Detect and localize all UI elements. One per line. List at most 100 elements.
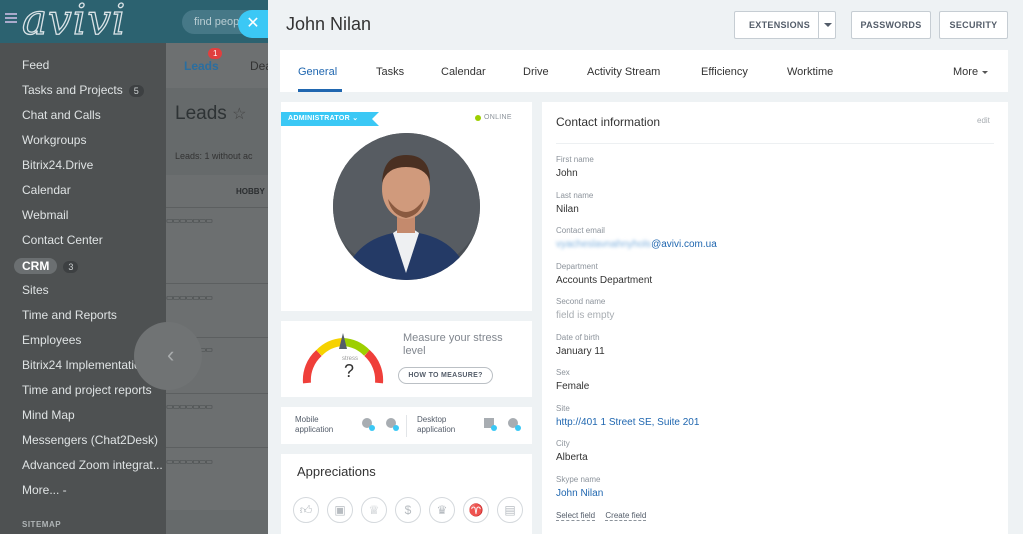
field-label: Department bbox=[556, 262, 598, 271]
field-label: Last name bbox=[556, 191, 594, 200]
field-date-of-birth: January 11 bbox=[556, 346, 605, 357]
menu-item-label: Contact Center bbox=[22, 233, 103, 247]
create-field-link[interactable]: Create field bbox=[605, 511, 647, 521]
menu-item-tasks[interactable]: Tasks and Projects 5 bbox=[22, 83, 144, 97]
menu-item-zoom[interactable]: Advanced Zoom integrat... bbox=[22, 458, 163, 472]
online-dot-icon bbox=[475, 115, 481, 121]
menu-item-label: Messengers (Chat2Desk) bbox=[22, 433, 159, 447]
menu-item-label: CRM bbox=[14, 258, 58, 274]
menu-item-drive[interactable]: Bitrix24.Drive bbox=[22, 158, 93, 172]
scroll-left-button[interactable]: ‹ bbox=[134, 322, 202, 390]
extensions-label: EXTENSIONS bbox=[749, 20, 811, 30]
sitemap-link[interactable]: SITEMAP bbox=[22, 520, 61, 529]
menu-item-mind-map[interactable]: Mind Map bbox=[22, 408, 75, 422]
tab-calendar[interactable]: Calendar bbox=[441, 66, 486, 78]
left-menu: Feed Tasks and Projects 5 Chat and Calls … bbox=[0, 43, 166, 534]
menu-item-contact-center[interactable]: Contact Center bbox=[22, 233, 103, 247]
stress-title: Measure your stress level bbox=[403, 332, 503, 357]
page-title-text: Leads bbox=[175, 103, 227, 124]
menu-item-label: Tasks and Projects bbox=[22, 83, 123, 97]
menu-item-employees[interactable]: Employees bbox=[22, 333, 81, 347]
extensions-button[interactable]: EXTENSIONS bbox=[734, 11, 836, 39]
active-tab-indicator bbox=[298, 89, 342, 92]
chevron-down-icon[interactable] bbox=[818, 12, 836, 38]
tab-drive[interactable]: Drive bbox=[523, 66, 549, 78]
logo[interactable]: avivi bbox=[21, 0, 126, 41]
field-label: Second name bbox=[556, 297, 606, 306]
menu-item-more[interactable]: More... - bbox=[22, 483, 67, 497]
field-last-name: Nilan bbox=[556, 204, 579, 215]
trophy-icon[interactable]: ♕ bbox=[361, 497, 387, 523]
menu-item-messengers[interactable]: Messengers (Chat2Desk) bbox=[22, 433, 158, 447]
menu-item-workgroups[interactable]: Workgroups bbox=[22, 133, 86, 147]
stress-value: ? bbox=[344, 361, 355, 381]
cake-icon[interactable]: ▤ bbox=[497, 497, 523, 523]
tab-worktime[interactable]: Worktime bbox=[787, 66, 833, 78]
apple-desktop-icon[interactable] bbox=[507, 417, 521, 431]
field-department: Accounts Department bbox=[556, 275, 653, 286]
field-sex: Female bbox=[556, 381, 590, 392]
role-badge[interactable]: ADMINISTRATOR ⌄ bbox=[281, 112, 380, 126]
menu-item-label: Workgroups bbox=[22, 133, 87, 147]
tab-efficiency[interactable]: Efficiency bbox=[701, 66, 748, 78]
field-skype-name[interactable]: John Nilan bbox=[556, 488, 603, 499]
divider bbox=[406, 415, 407, 437]
contact-information-card: Contact information edit First name John… bbox=[542, 102, 1008, 534]
edit-link[interactable]: edit bbox=[977, 116, 990, 125]
menu-item-label: Calendar bbox=[22, 183, 71, 197]
how-to-measure-button[interactable]: HOW TO MEASURE? bbox=[398, 367, 493, 384]
windows-icon[interactable] bbox=[483, 417, 497, 431]
field-contact-email[interactable]: vyacheslavnahnyhols@avivi.com.ua bbox=[556, 239, 717, 250]
desktop-app-label: Desktop application bbox=[417, 415, 456, 434]
menu-item-chat[interactable]: Chat and Calls bbox=[22, 108, 101, 122]
menu-item-crm[interactable]: CRM 3 bbox=[14, 258, 79, 274]
tab-activity-stream[interactable]: Activity Stream bbox=[587, 66, 660, 78]
chevron-left-icon: ‹ bbox=[167, 342, 175, 367]
menu-item-label: Feed bbox=[22, 58, 50, 72]
contact-title: Contact information bbox=[556, 115, 661, 129]
tab-leads[interactable]: Leads bbox=[184, 59, 219, 73]
menu-item-label: Chat and Calls bbox=[22, 108, 101, 122]
gift-icon[interactable]: ▣ bbox=[327, 497, 353, 523]
field-label: Site bbox=[556, 404, 570, 413]
email-local-part: vyacheslavnahnyhols bbox=[556, 239, 652, 250]
cocktail-icon[interactable]: ♈ bbox=[463, 497, 489, 523]
grid-cell: ▭▭▭▭▭▭▭ bbox=[166, 402, 213, 411]
menu-item-calendar[interactable]: Calendar bbox=[22, 183, 71, 197]
status-label: ONLINE bbox=[484, 114, 512, 121]
menu-item-webmail[interactable]: Webmail bbox=[22, 208, 68, 222]
menu-item-project-reports[interactable]: Time and project reports bbox=[22, 383, 152, 397]
tab-general[interactable]: General bbox=[298, 66, 337, 78]
field-label: Contact email bbox=[556, 226, 605, 235]
menu-item-time-reports[interactable]: Time and Reports bbox=[22, 308, 117, 322]
appreciations-title: Appreciations bbox=[297, 464, 376, 479]
star-icon[interactable]: ☆ bbox=[232, 106, 246, 123]
close-icon: ✕ bbox=[246, 15, 260, 32]
menu-item-label: Advanced Zoom integrat... bbox=[22, 458, 163, 472]
menu-item-sites[interactable]: Sites bbox=[22, 283, 49, 297]
profile-name: John Nilan bbox=[286, 14, 372, 34]
appreciations-card: Appreciations 👍︎ ▣ ♕ $ ♛ ♈ ▤ bbox=[281, 454, 532, 534]
menu-item-label: Employees bbox=[22, 333, 82, 347]
android-icon[interactable] bbox=[361, 417, 375, 431]
avatar[interactable] bbox=[333, 133, 480, 280]
menu-icon[interactable] bbox=[5, 13, 17, 23]
menu-item-feed[interactable]: Feed bbox=[22, 58, 49, 72]
money-bag-icon[interactable]: $ bbox=[395, 497, 421, 523]
apple-mobile-icon[interactable] bbox=[385, 417, 399, 431]
profile-slider: John Nilan EXTENSIONS PASSWORDS SECURITY… bbox=[268, 0, 1023, 534]
security-button[interactable]: SECURITY bbox=[939, 11, 1008, 39]
passwords-button[interactable]: PASSWORDS bbox=[851, 11, 931, 39]
profile-tabs: General Tasks Calendar Drive Activity St… bbox=[280, 50, 1008, 92]
thumbs-up-icon[interactable]: 👍︎ bbox=[293, 497, 319, 523]
tab-tasks[interactable]: Tasks bbox=[376, 66, 404, 78]
column-header-hobby[interactable]: HOBBY bbox=[236, 187, 265, 196]
field-site[interactable]: http://401 1 Street SE, Suite 201 bbox=[556, 417, 699, 428]
crown-icon[interactable]: ♛ bbox=[429, 497, 455, 523]
menu-item-label: Webmail bbox=[22, 208, 69, 222]
close-button[interactable]: ✕ bbox=[238, 10, 268, 38]
leads-filter-text: Leads: 1 without ac bbox=[175, 151, 253, 161]
field-first-name: John bbox=[556, 168, 578, 179]
select-field-link[interactable]: Select field bbox=[556, 511, 596, 521]
tab-more[interactable]: More bbox=[953, 66, 988, 78]
